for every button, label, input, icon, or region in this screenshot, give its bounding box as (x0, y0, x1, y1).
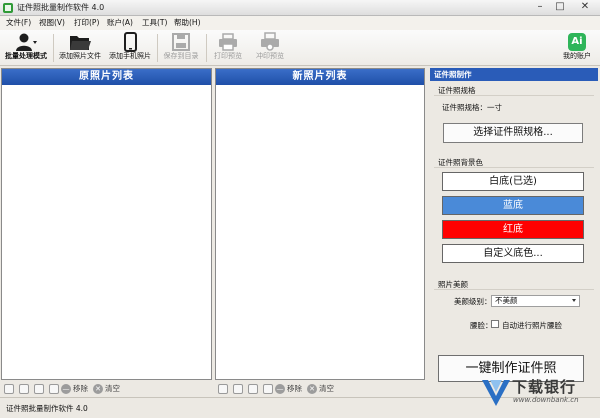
bg-red-button[interactable]: 红底 (442, 220, 584, 239)
toolbar: 批量处理模式 添加照片文件 添加手机照片 保存到目录 打印预览 冲印预览 Ai … (0, 30, 600, 66)
menu-help[interactable]: 帮助(H) (174, 17, 201, 29)
add-photo-file-button[interactable]: 添加照片文件 (57, 32, 103, 64)
clear-button[interactable]: 清空 (319, 383, 334, 395)
watermark: 下载银行 www.downbank.cn (478, 372, 600, 416)
batch-mode-button[interactable]: 批量处理模式 (2, 32, 50, 64)
bg-blue-button[interactable]: 蓝底 (442, 196, 584, 215)
invert-select-icon[interactable] (248, 384, 258, 394)
phone-icon (124, 32, 137, 52)
my-account-button[interactable]: Ai 我的账户 (558, 32, 596, 64)
print-preview-button[interactable]: 打印预览 (210, 32, 246, 64)
original-photo-list[interactable] (2, 85, 211, 379)
watermark-url: www.downbank.cn (513, 396, 579, 404)
minimize-icon[interactable]: – (531, 1, 549, 14)
close-icon[interactable]: ✕ (574, 1, 596, 14)
ai-icon: Ai (568, 33, 586, 51)
chevron-down-icon (572, 299, 576, 302)
new-photo-panel: 新照片列表 (215, 68, 425, 380)
beauty-level-select[interactable]: 不美颜 (491, 295, 580, 307)
select-all-icon[interactable] (4, 384, 14, 394)
clear-icon[interactable]: ✕ (93, 384, 103, 394)
invert-select-icon[interactable] (34, 384, 44, 394)
original-photo-panel: 原照片列表 (1, 68, 212, 380)
save-icon (172, 33, 190, 51)
new-panel-footer: — 移除 ✕ 清空 (215, 382, 425, 396)
user-batch-icon (16, 33, 37, 51)
bg-white-button[interactable]: 白底(已选) (442, 172, 584, 191)
beauty-level-label: 美颜级别： (454, 297, 492, 306)
remove-button[interactable]: 移除 (287, 383, 302, 395)
menu-account[interactable]: 账户(A) (107, 17, 133, 29)
menu-print[interactable]: 打印(P) (74, 17, 99, 29)
maximize-icon[interactable]: □ (551, 1, 569, 14)
folder-icon (70, 36, 91, 50)
remove-button[interactable]: 移除 (73, 383, 88, 395)
id-photo-panel: 证件照制作 证件照规格 证件照规格：一寸 选择证件照规格... 证件照背景色 白… (428, 68, 598, 396)
original-panel-footer: — 移除 ✕ 清空 (1, 382, 212, 396)
photo-print-icon (261, 32, 279, 51)
auto-skin-checkbox[interactable] (491, 320, 499, 328)
status-text: 证件照批量制作软件 4.0 (6, 404, 88, 413)
clear-icon[interactable]: ✕ (307, 384, 317, 394)
menu-bar: 文件(F) 视图(V) 打印(P) 账户(A) 工具(T) 帮助(H) (0, 16, 600, 30)
view-icon[interactable] (263, 384, 273, 394)
remove-icon[interactable]: — (275, 384, 285, 394)
clear-button[interactable]: 清空 (105, 383, 120, 395)
select-all-icon[interactable] (218, 384, 228, 394)
save-to-folder-button[interactable]: 保存到目录 (160, 32, 202, 64)
new-photo-list[interactable] (216, 85, 424, 379)
app-logo-icon (3, 3, 13, 13)
menu-tools[interactable]: 工具(T) (142, 17, 167, 29)
auto-skin-label: 自动进行照片腰脸 (502, 321, 562, 330)
select-none-icon[interactable] (19, 384, 29, 394)
side-panel-title: 证件照制作 (430, 68, 598, 81)
title-bar: 证件照批量制作软件 4.0 – □ ✕ (0, 0, 600, 16)
new-photo-title: 新照片列表 (216, 69, 424, 85)
select-none-icon[interactable] (233, 384, 243, 394)
window-title: 证件照批量制作软件 4.0 (17, 3, 105, 12)
view-icon[interactable] (49, 384, 59, 394)
choose-spec-button[interactable]: 选择证件照规格... (443, 123, 583, 143)
bg-custom-button[interactable]: 自定义底色... (442, 244, 584, 263)
spec-text: 证件照规格：一寸 (442, 103, 502, 112)
print-out-preview-button[interactable]: 冲印预览 (252, 32, 288, 64)
skin-label: 腰脸： (470, 321, 493, 330)
printer-icon (219, 33, 237, 51)
menu-view[interactable]: 视图(V) (39, 17, 65, 29)
downbank-logo-icon (482, 380, 510, 406)
add-phone-photo-button[interactable]: 添加手机照片 (106, 32, 154, 64)
remove-icon[interactable]: — (61, 384, 71, 394)
menu-file[interactable]: 文件(F) (6, 17, 31, 29)
watermark-name: 下载银行 (512, 378, 577, 396)
original-photo-title: 原照片列表 (2, 69, 211, 85)
